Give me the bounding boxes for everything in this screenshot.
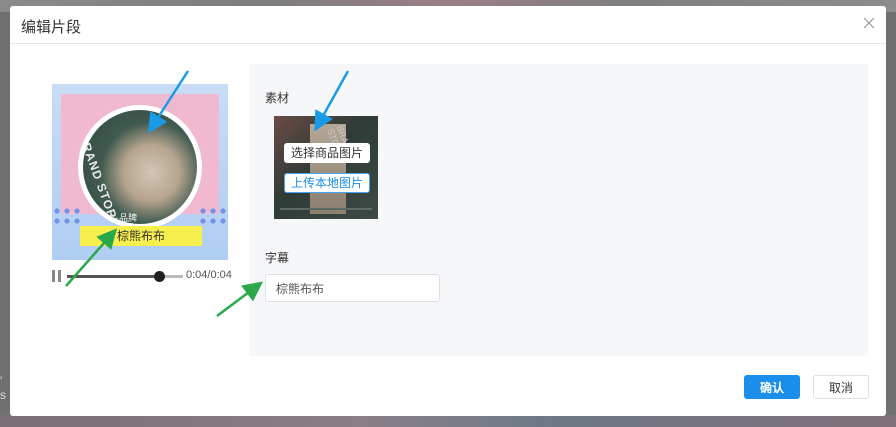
material-text-line [280, 208, 372, 210]
background-bottom [0, 415, 896, 427]
clip-preview: BRAND STORY 品牌 故事 棕熊布布 [52, 84, 228, 260]
playback-time: 0:04/0:04 [186, 269, 232, 281]
select-goods-image-button[interactable]: 选择商品图片 [284, 143, 370, 163]
preview-photo: BRAND STORY 品牌 故事 [83, 110, 197, 224]
audio-player: 0:04/0:04 [52, 268, 232, 284]
dialog-title: 编辑片段 [21, 19, 82, 36]
cancel-button[interactable]: 取消 [813, 375, 869, 399]
pause-icon[interactable] [52, 270, 62, 282]
progress-fill [67, 275, 160, 278]
close-icon[interactable] [862, 16, 876, 30]
subtitle-label: 字幕 [265, 251, 290, 265]
dialog-header: 编辑片段 [10, 6, 886, 44]
progress-track[interactable] [67, 271, 183, 282]
edit-panel: 素材 BRAND STORY 选择商品图片 上传本地图片 字幕 [249, 64, 868, 356]
subtitle-input[interactable] [265, 274, 440, 302]
edit-clip-dialog: 编辑片段 BRAND STORY 品牌 故事 棕熊布布 0:04/0:04 素材… [10, 6, 886, 416]
preview-tagline: 品牌 故事 [119, 213, 138, 224]
background-text: ' s [0, 374, 6, 402]
material-label: 素材 [265, 91, 290, 105]
upload-local-image-button[interactable]: 上传本地图片 [284, 173, 370, 193]
material-thumbnail[interactable]: BRAND STORY 选择商品图片 上传本地图片 [274, 116, 378, 219]
flower-decoration-left [52, 206, 82, 226]
flower-decoration-right [198, 206, 228, 226]
confirm-button[interactable]: 确认 [744, 375, 800, 399]
preview-caption: 棕熊布布 [80, 226, 202, 246]
progress-knob[interactable] [153, 271, 165, 282]
